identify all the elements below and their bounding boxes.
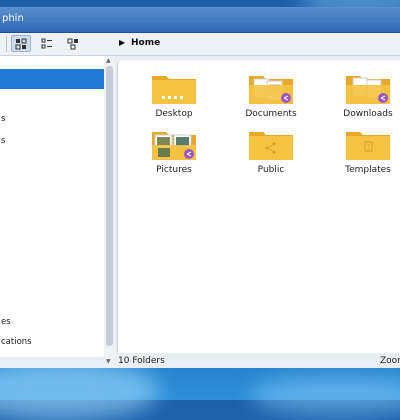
- split-view-button[interactable]: [63, 35, 83, 52]
- details-view-icon: [41, 38, 52, 48]
- public-folder-icon: [249, 132, 293, 160]
- desktop-folder-icon: [152, 76, 196, 104]
- places-panel: s s es cations: [0, 56, 105, 357]
- icons-view-button[interactable]: [11, 35, 31, 52]
- toolbar-separator: [6, 36, 7, 52]
- folder-pictures[interactable]: Pictures: [134, 129, 214, 175]
- file-manager-window: phin ▶ Home s s es cations ▲ ▼ Desktop D…: [0, 7, 400, 368]
- places-item[interactable]: s: [0, 109, 104, 129]
- folder-view: Desktop Documents Downloads Pictures Pub…: [117, 61, 400, 353]
- title-bar[interactable]: phin: [0, 7, 400, 33]
- folder-label: Documents: [245, 109, 297, 119]
- folder-public[interactable]: Public: [231, 129, 311, 175]
- folder-downloads[interactable]: Downloads: [328, 73, 400, 119]
- places-item-home[interactable]: [0, 69, 104, 89]
- places-item[interactable]: es: [0, 312, 104, 332]
- window-title: phin: [2, 13, 24, 24]
- scrollbar-thumb[interactable]: [106, 66, 113, 346]
- scroll-down-icon[interactable]: ▼: [106, 358, 111, 365]
- breadcrumb-arrow-icon: ▶: [119, 38, 126, 47]
- pictures-folder-icon: [152, 132, 196, 160]
- icons-view-icon: [15, 38, 27, 49]
- split-view-icon: [67, 38, 78, 49]
- folder-label: Templates: [345, 165, 391, 175]
- folder-label: Downloads: [343, 109, 393, 119]
- folder-desktop[interactable]: Desktop: [134, 73, 214, 119]
- folder-label: Pictures: [156, 165, 192, 175]
- breadcrumb-home[interactable]: Home: [131, 38, 160, 48]
- places-item[interactable]: s: [0, 131, 104, 151]
- places-scrollbar[interactable]: ▲ ▼: [104, 56, 115, 367]
- folder-count: 10 Folders: [118, 356, 165, 366]
- details-view-button[interactable]: [37, 35, 57, 52]
- documents-folder-icon: [249, 76, 293, 104]
- downloads-folder-icon: [346, 76, 390, 104]
- folder-label: Public: [257, 165, 285, 175]
- toolbar: ▶ Home: [0, 33, 400, 56]
- zoom-label[interactable]: Zoom: [380, 356, 400, 366]
- scroll-up-icon[interactable]: ▲: [106, 57, 111, 64]
- status-bar: 10 Folders Zoom: [117, 354, 400, 368]
- folder-templates[interactable]: Templates: [328, 129, 400, 175]
- templates-folder-icon: [346, 132, 390, 160]
- folder-documents[interactable]: Documents: [231, 73, 311, 119]
- folder-label: Desktop: [155, 109, 193, 119]
- places-item[interactable]: cations: [0, 332, 104, 352]
- places-status-area: [0, 357, 115, 368]
